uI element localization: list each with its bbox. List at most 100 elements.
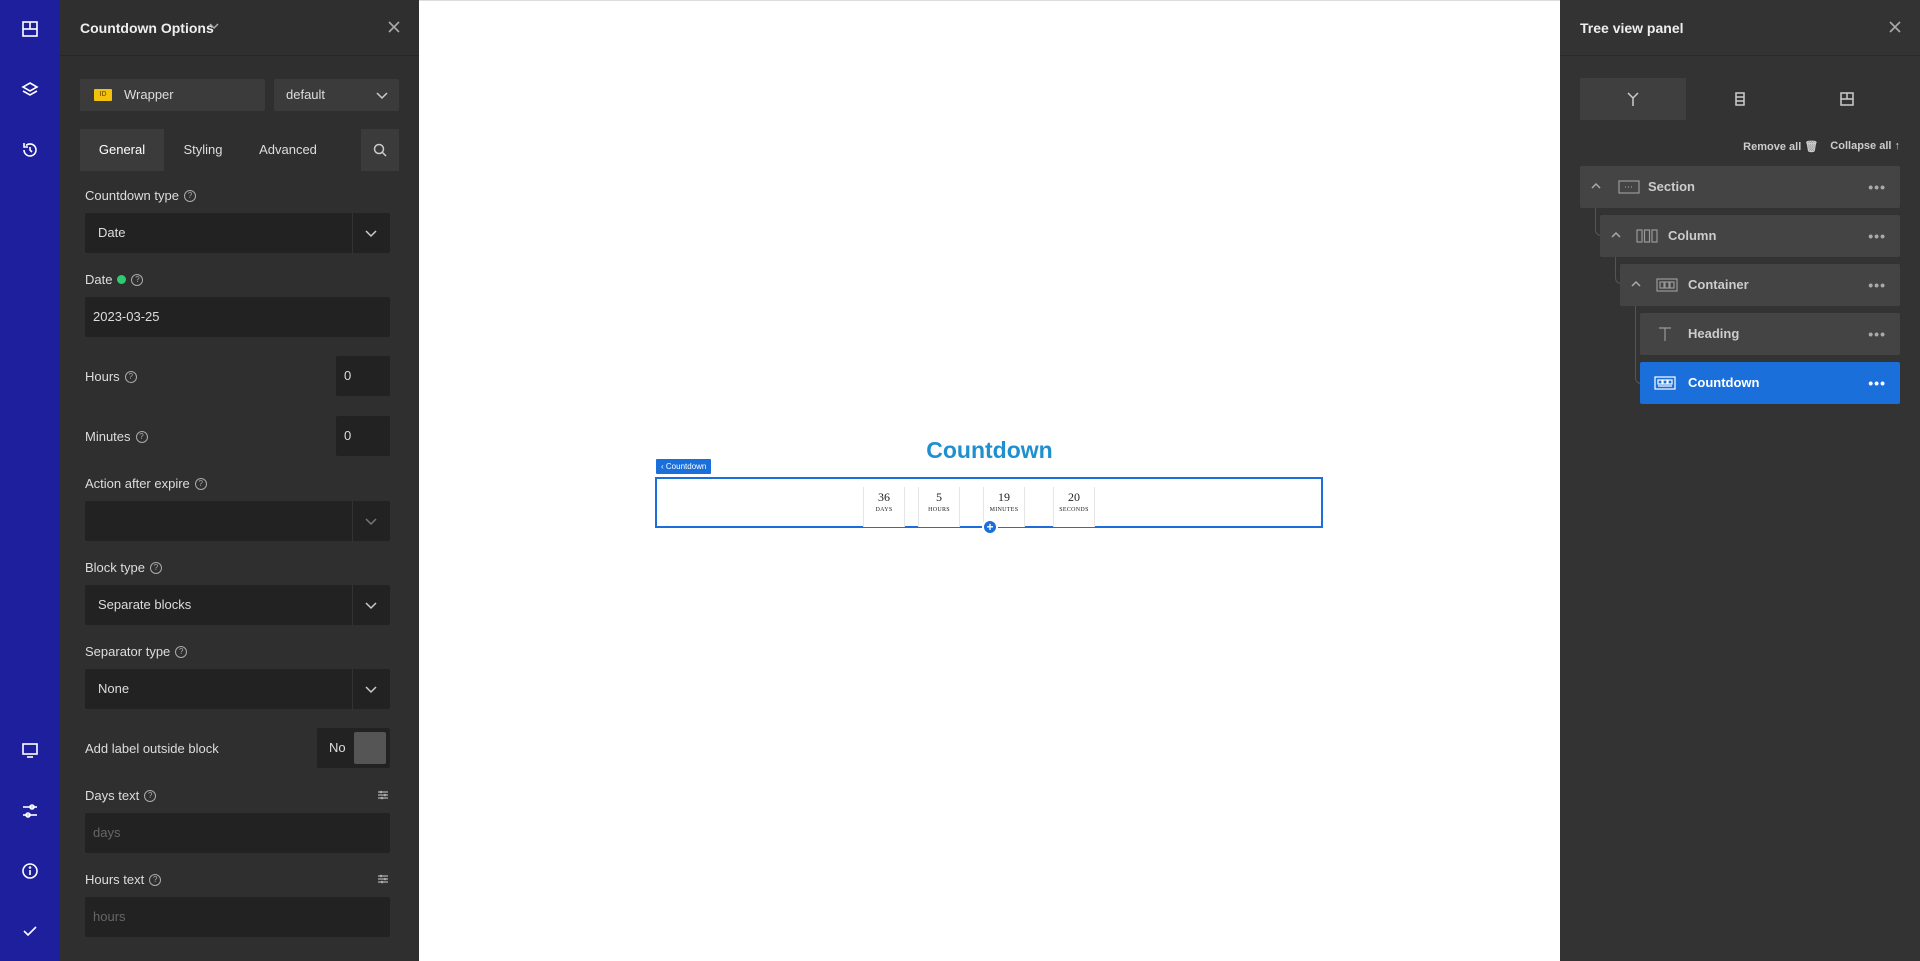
tree-node-countdown[interactable]: Countdown ••• xyxy=(1640,362,1900,404)
countdown-type-label: Countdown type? xyxy=(85,188,196,203)
history-icon xyxy=(23,143,37,157)
add-element-button[interactable]: + xyxy=(982,519,998,535)
arrow-up-icon: ↑ xyxy=(1894,140,1901,152)
help-icon[interactable]: ? xyxy=(144,789,157,802)
tab-advanced[interactable]: Advanced xyxy=(242,129,334,171)
countdown-hours-block: 5 HOURS xyxy=(918,487,960,527)
options-title[interactable]: Countdown Options xyxy=(80,20,214,36)
close-icon[interactable] xyxy=(387,20,401,34)
action-after-expire-select[interactable] xyxy=(85,501,390,541)
help-icon[interactable]: ? xyxy=(149,561,162,574)
minutes-label: Minutes? xyxy=(85,429,148,444)
search-icon xyxy=(373,143,387,157)
date-label: Date? xyxy=(85,272,144,287)
history-button[interactable] xyxy=(0,128,60,172)
countdown-heading[interactable]: Countdown xyxy=(419,437,1560,464)
countdown-widget-badge[interactable]: ‹ Countdown xyxy=(656,459,712,474)
more-options-icon[interactable]: ••• xyxy=(1868,326,1886,342)
chevron-down-icon[interactable] xyxy=(208,20,220,32)
settings-sliders-icon xyxy=(23,804,37,818)
help-icon[interactable]: ? xyxy=(194,477,207,490)
desktop-icon xyxy=(22,743,38,758)
chevron-down-icon xyxy=(365,602,377,610)
list-icon xyxy=(1735,92,1745,106)
hours-input[interactable]: 0 xyxy=(336,356,390,396)
tree-view-panel: Tree view panel Remove all 🗑 Collapse al… xyxy=(1560,0,1920,961)
dynamic-status-dot xyxy=(117,275,127,284)
id-tag: ID xyxy=(94,89,112,101)
dynamic-tags-icon[interactable] xyxy=(376,872,390,886)
preset-value: default xyxy=(286,87,326,102)
container-icon xyxy=(1656,276,1678,294)
chevron-up-icon[interactable] xyxy=(1630,278,1642,290)
responsive-button[interactable] xyxy=(0,728,60,772)
chevron-down-icon xyxy=(365,230,377,238)
countdown-icon xyxy=(1654,374,1676,392)
help-icon[interactable]: ? xyxy=(135,430,148,443)
wrapper-label: Wrapper xyxy=(124,87,174,102)
heading-icon xyxy=(1654,325,1676,343)
settings-button[interactable] xyxy=(0,789,60,833)
tree-node-container[interactable]: Container ••• xyxy=(1620,264,1900,306)
left-icon-rail xyxy=(0,0,60,961)
publish-button[interactable] xyxy=(0,909,60,953)
chevron-down-icon xyxy=(376,92,388,100)
add-label-outside-toggle[interactable]: No xyxy=(317,728,390,768)
tree-tabs xyxy=(1580,78,1900,120)
tree-node-section[interactable]: Section ••• xyxy=(1580,166,1900,208)
tree-node-column[interactable]: Column ••• xyxy=(1600,215,1900,257)
add-label-outside-label: Add label outside block xyxy=(85,741,219,756)
minutes-input[interactable]: 0 xyxy=(336,416,390,456)
help-icon[interactable]: ? xyxy=(149,873,162,886)
block-type-label: Block type? xyxy=(85,560,162,575)
info-button[interactable] xyxy=(0,849,60,893)
column-icon xyxy=(1636,227,1658,245)
tab-tree-structure[interactable] xyxy=(1580,78,1686,120)
preset-select[interactable]: default xyxy=(274,79,399,111)
tab-layout[interactable] xyxy=(1794,78,1900,120)
close-icon[interactable] xyxy=(1888,20,1902,34)
toggle-knob xyxy=(354,732,386,764)
hours-text-label: Hours text? xyxy=(85,872,162,887)
help-icon[interactable]: ? xyxy=(183,189,196,202)
more-options-icon[interactable]: ••• xyxy=(1868,375,1886,391)
countdown-type-select[interactable]: Date xyxy=(85,213,390,253)
chevron-up-icon[interactable] xyxy=(1610,229,1622,241)
tree-node-heading[interactable]: Heading ••• xyxy=(1640,313,1900,355)
tree-actions: Remove all 🗑 Collapse all ↑ xyxy=(1743,140,1900,153)
separator-type-select[interactable]: None xyxy=(85,669,390,709)
widgets-button[interactable] xyxy=(0,7,60,51)
layers-button[interactable] xyxy=(0,68,60,112)
more-options-icon[interactable]: ••• xyxy=(1868,179,1886,195)
help-icon[interactable]: ? xyxy=(131,273,144,286)
chevron-up-icon[interactable] xyxy=(1590,180,1602,192)
wrapper-id-field[interactable]: ID Wrapper xyxy=(80,79,265,111)
tree-header: Tree view panel xyxy=(1560,0,1920,56)
options-header: Countdown Options xyxy=(60,0,419,56)
more-options-icon[interactable]: ••• xyxy=(1868,277,1886,293)
collapse-all-button[interactable]: Collapse all ↑ xyxy=(1830,140,1900,153)
info-icon xyxy=(22,863,38,879)
remove-all-button[interactable]: Remove all 🗑 xyxy=(1743,140,1818,153)
tree-structure-icon xyxy=(1627,92,1639,106)
more-options-icon[interactable]: ••• xyxy=(1868,228,1886,244)
tab-general[interactable]: General xyxy=(80,129,164,171)
block-type-select[interactable]: Separate blocks xyxy=(85,585,390,625)
chevron-down-icon xyxy=(365,518,377,526)
days-text-input[interactable]: days xyxy=(85,813,390,853)
search-button[interactable] xyxy=(361,129,399,171)
options-panel: Countdown Options ID Wrapper default Gen… xyxy=(60,0,419,961)
hours-label: Hours? xyxy=(85,369,137,384)
date-input[interactable]: 2023-03-25 xyxy=(85,297,390,337)
editor-canvas: Countdown ‹ Countdown 36 DAYS 5 HOURS 19… xyxy=(419,0,1560,961)
days-text-label: Days text? xyxy=(85,788,157,803)
hours-text-input[interactable]: hours xyxy=(85,897,390,937)
tree-title: Tree view panel xyxy=(1580,20,1684,36)
help-icon[interactable]: ? xyxy=(175,645,188,658)
tab-styling[interactable]: Styling xyxy=(164,129,242,171)
separator-type-label: Separator type? xyxy=(85,644,188,659)
help-icon[interactable]: ? xyxy=(124,370,137,383)
layers-icon xyxy=(21,82,39,96)
tab-list[interactable] xyxy=(1687,78,1793,120)
dynamic-tags-icon[interactable] xyxy=(376,788,390,802)
